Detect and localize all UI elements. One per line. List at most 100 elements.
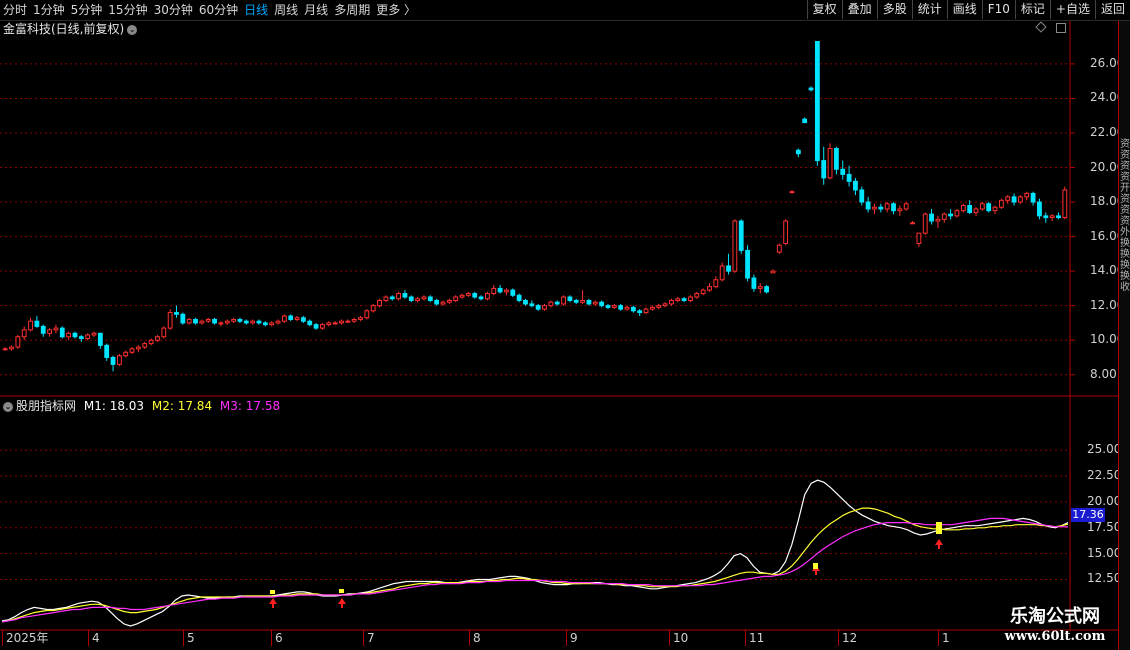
candle-up bbox=[910, 222, 915, 225]
candle-up bbox=[9, 346, 14, 350]
indicator-tick-label: 15.00 bbox=[1087, 545, 1122, 560]
period-tab-3[interactable]: 15分钟 bbox=[105, 0, 150, 20]
period-tab-7[interactable]: 周线 bbox=[271, 0, 301, 20]
brand-url: www.60lt.com bbox=[1004, 629, 1106, 644]
candle-down bbox=[313, 324, 319, 329]
candle-up bbox=[370, 305, 376, 312]
chevron-down-icon[interactable]: ⌄ bbox=[3, 401, 13, 412]
candle-up bbox=[167, 312, 173, 329]
candle-up bbox=[757, 286, 763, 289]
toolbar-button-5[interactable]: F10 bbox=[981, 0, 1015, 19]
candle-up bbox=[116, 355, 122, 365]
candle-up bbox=[675, 298, 681, 301]
candle-down bbox=[1037, 201, 1042, 217]
candle-up bbox=[129, 348, 135, 353]
indicator-tick-label: 12.50 bbox=[1087, 571, 1122, 586]
candle-up bbox=[592, 301, 598, 305]
candle-up bbox=[358, 317, 363, 320]
candle-up bbox=[992, 206, 998, 212]
period-tab-10[interactable]: 更多 〉 bbox=[373, 0, 419, 20]
toolbar-button-0[interactable]: 复权 bbox=[806, 0, 842, 19]
right-side-tabs[interactable]: 资资资资开资资资外换换换换收 bbox=[1118, 21, 1130, 650]
period-tab-5[interactable]: 60分钟 bbox=[196, 0, 241, 20]
indicator-line-m1 bbox=[1, 479, 1069, 627]
candle-down bbox=[427, 296, 433, 301]
candle-down bbox=[986, 203, 992, 212]
candle-down bbox=[97, 332, 103, 346]
candle-up bbox=[205, 318, 211, 322]
candle-down bbox=[408, 296, 414, 301]
candle-down bbox=[605, 305, 611, 308]
toolbar-button-3[interactable]: 统计 bbox=[911, 0, 947, 19]
candle-down bbox=[630, 306, 636, 312]
current-value-tag: 17.36 bbox=[1071, 508, 1105, 522]
toolbar-button-1[interactable]: 叠加 bbox=[841, 0, 877, 19]
period-tabs: 分时 1分钟 5分钟 15分钟 30分钟 60分钟 日线 周线 月线 多周期 更多 〉 bbox=[0, 0, 419, 20]
month-label: 4 bbox=[88, 630, 100, 646]
period-tab-0[interactable]: 分时 bbox=[0, 0, 30, 20]
signal-bar bbox=[936, 522, 942, 534]
period-tab-6[interactable]: 日线 bbox=[241, 0, 271, 20]
candle-down bbox=[389, 296, 395, 300]
toolbar-button-7[interactable]: +自选 bbox=[1049, 0, 1095, 19]
stock-title: 金富科技(日线,前复权) bbox=[3, 22, 125, 36]
m3-label: M3: 17.58 bbox=[219, 399, 281, 413]
period-tab-2[interactable]: 5分钟 bbox=[68, 0, 106, 20]
candle-up bbox=[53, 327, 59, 331]
toolbar-button-2[interactable]: 多股 bbox=[876, 0, 912, 19]
candle-up bbox=[1024, 192, 1030, 198]
month-label: 5 bbox=[183, 630, 195, 646]
month-label: 9 bbox=[566, 630, 578, 646]
period-tab-8[interactable]: 月线 bbox=[301, 0, 331, 20]
candle-down bbox=[72, 332, 78, 338]
toolbar-button-4[interactable]: 画线 bbox=[946, 0, 982, 19]
toolbar-button-6[interactable]: 标记 bbox=[1014, 0, 1050, 19]
candle-up bbox=[542, 305, 547, 310]
m2-label: M2: 17.84 bbox=[151, 399, 213, 413]
candle-up bbox=[453, 296, 459, 301]
candle-up bbox=[339, 320, 344, 324]
candle-down bbox=[1043, 215, 1049, 219]
diamond-icon[interactable] bbox=[1035, 21, 1047, 33]
candle-up bbox=[580, 299, 585, 303]
candle-up bbox=[916, 232, 922, 244]
candle-up bbox=[332, 322, 338, 325]
buy-arrow-icon bbox=[338, 598, 346, 608]
candle-up bbox=[465, 293, 471, 296]
candle-down bbox=[472, 293, 478, 298]
period-tab-9[interactable]: 多周期 bbox=[331, 0, 373, 20]
chevron-down-icon[interactable]: ⌄ bbox=[127, 24, 138, 35]
candle-up bbox=[21, 329, 27, 338]
candle-down bbox=[840, 168, 846, 175]
candle-up bbox=[231, 318, 237, 322]
candle-down bbox=[516, 294, 522, 301]
indicator-tick-label: 20.00 bbox=[1087, 493, 1122, 508]
period-tab-1[interactable]: 1分钟 bbox=[30, 0, 68, 20]
candle-down bbox=[212, 318, 217, 324]
panel-layout-icon[interactable] bbox=[1056, 23, 1066, 33]
candle-up bbox=[954, 210, 960, 217]
toolbar-button-8[interactable]: 返回 bbox=[1094, 0, 1130, 19]
month-label: 7 bbox=[363, 630, 375, 646]
candle-down bbox=[846, 173, 852, 182]
candle-down bbox=[256, 320, 262, 324]
candle-down bbox=[34, 320, 40, 327]
candle-up bbox=[922, 213, 928, 234]
indicator-tick-label: 25.00 bbox=[1087, 442, 1122, 457]
candle-down bbox=[478, 296, 484, 300]
candle-up bbox=[269, 322, 275, 326]
month-label: 6 bbox=[271, 630, 283, 646]
candle-up bbox=[548, 301, 554, 307]
period-tab-4[interactable]: 30分钟 bbox=[151, 0, 196, 20]
candle-up bbox=[561, 296, 566, 305]
candle-up bbox=[935, 218, 941, 222]
candle-down bbox=[967, 205, 973, 213]
candle-up bbox=[377, 299, 382, 307]
candle-down bbox=[948, 213, 954, 217]
m1-label: M1: 18.03 bbox=[83, 399, 145, 413]
function-buttons: 复权 叠加 多股 统计 画线 F10 标记 +自选 返回 bbox=[806, 0, 1130, 20]
candle-up bbox=[345, 320, 351, 323]
candle-up bbox=[649, 306, 655, 310]
candle-up bbox=[669, 299, 674, 305]
candle-down bbox=[237, 318, 243, 322]
